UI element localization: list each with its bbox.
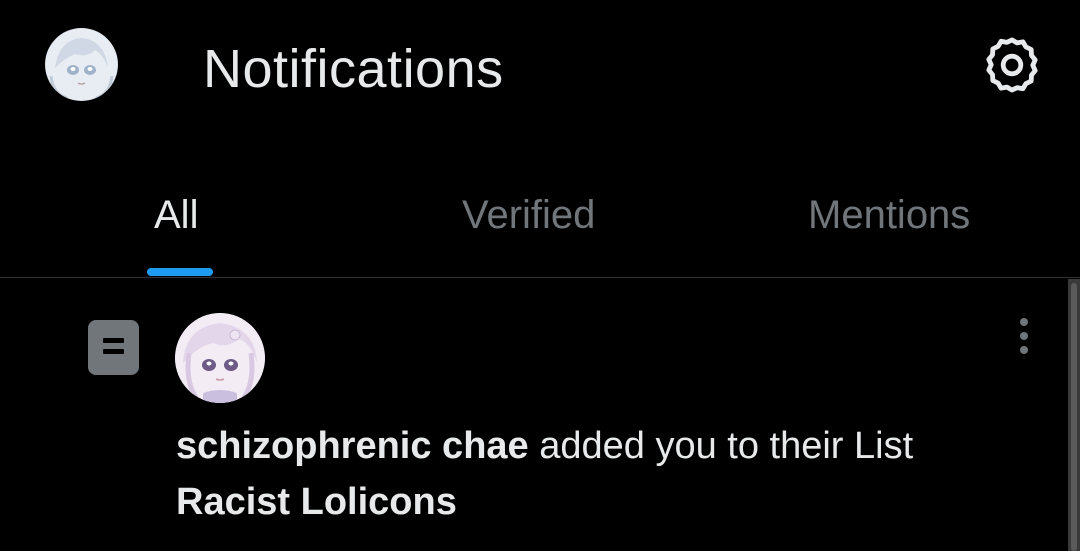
- notification-text: schizophrenic chae added you to their Li…: [176, 418, 1046, 530]
- notifications-page: Notifications All Verified Mentions schi…: [0, 0, 1080, 551]
- scrollbar-thumb[interactable]: [1071, 283, 1077, 551]
- tab-all[interactable]: All: [154, 190, 198, 240]
- page-title: Notifications: [203, 39, 504, 99]
- more-options-button[interactable]: [1008, 314, 1040, 358]
- tab-verified[interactable]: Verified: [462, 190, 595, 240]
- list-icon-line: [103, 338, 124, 343]
- header: Notifications: [0, 0, 1080, 140]
- notification-action: added you to their List: [528, 425, 914, 467]
- user-name-link[interactable]: schizophrenic chae: [176, 425, 529, 467]
- list-icon: [88, 320, 139, 375]
- list-name-link[interactable]: Racist Lolicons: [176, 474, 1046, 530]
- tab-bar: All Verified Mentions: [0, 170, 1080, 278]
- more-vertical-icon: [1020, 332, 1028, 340]
- active-tab-indicator: [147, 268, 213, 276]
- settings-button[interactable]: [980, 33, 1044, 97]
- gear-icon: [986, 37, 1038, 93]
- list-icon-line: [103, 349, 124, 354]
- tab-mentions[interactable]: Mentions: [808, 190, 970, 240]
- more-vertical-icon: [1020, 346, 1028, 354]
- user-avatar[interactable]: [175, 313, 265, 403]
- avatar-image: [175, 313, 265, 403]
- more-vertical-icon: [1020, 318, 1028, 326]
- avatar-image: [45, 28, 118, 101]
- account-avatar[interactable]: [45, 28, 118, 101]
